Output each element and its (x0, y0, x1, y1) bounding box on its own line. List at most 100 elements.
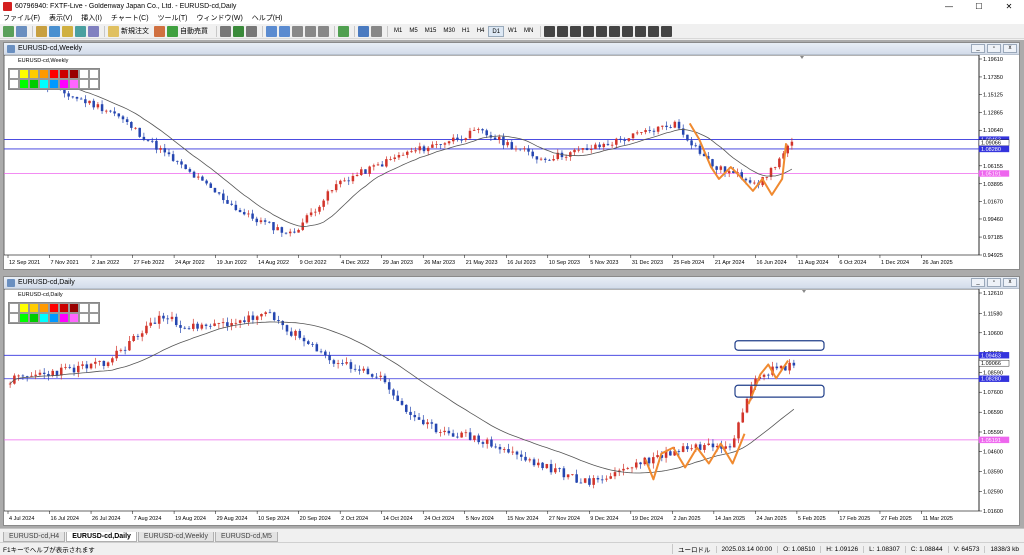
palette-color-swatch[interactable] (19, 303, 29, 313)
palette-color-swatch[interactable] (79, 69, 89, 79)
palette-color-swatch[interactable] (79, 303, 89, 313)
cursor-icon[interactable] (544, 25, 556, 37)
chart-window-daily[interactable]: EURUSD-cd,Daily _ ▫ x 1.12610 1.11580 1.10… (3, 276, 1020, 526)
menu-insert[interactable]: 挿入(I) (81, 13, 102, 23)
trendline-icon[interactable] (596, 25, 608, 37)
chart-window-titlebar[interactable]: EURUSD-cd,Weekly _ ▫ x (4, 43, 1019, 55)
indicators-icon[interactable] (338, 25, 349, 37)
menu-help[interactable]: ヘルプ(H) (252, 13, 283, 23)
close-button[interactable]: ✕ (994, 0, 1024, 12)
daily-price-chart[interactable]: 1.126101.115801.106001.095901.085901.076… (4, 289, 1019, 525)
palette-color-swatch[interactable] (89, 303, 99, 313)
zoom-out-icon[interactable] (279, 25, 290, 37)
data-window-icon[interactable] (49, 25, 60, 37)
chart-shift-icon[interactable] (318, 25, 329, 37)
palette-color-swatch[interactable] (69, 69, 79, 79)
tile-windows-icon[interactable] (292, 25, 303, 37)
tab-eurusd-m5[interactable]: EURUSD-cd,M5 (214, 532, 278, 542)
palette-color-swatch[interactable] (79, 79, 89, 89)
palette-color-swatch[interactable] (19, 313, 29, 323)
timeframe-m1[interactable]: M1 (391, 26, 405, 37)
editor-icon[interactable] (154, 25, 165, 37)
drawing-palette[interactable] (8, 68, 100, 90)
palette-color-swatch[interactable] (59, 79, 69, 89)
palette-color-swatch[interactable] (69, 313, 79, 323)
palette-color-swatch[interactable] (59, 69, 69, 79)
weekly-price-chart[interactable]: 1.196101.173501.151251.128651.106401.083… (4, 55, 1019, 269)
palette-color-swatch[interactable] (89, 69, 99, 79)
palette-color-swatch[interactable] (9, 69, 19, 79)
fibonacci-icon[interactable] (622, 25, 634, 37)
new-order-button[interactable]: 新規注文 (108, 25, 149, 37)
terminal-icon[interactable] (75, 25, 86, 37)
chart-minimize-button[interactable]: _ (971, 44, 985, 53)
palette-color-swatch[interactable] (69, 303, 79, 313)
timeframe-m30[interactable]: M30 (440, 26, 458, 37)
palette-color-swatch[interactable] (79, 313, 89, 323)
timeframe-d1[interactable]: D1 (488, 25, 505, 37)
tester-icon[interactable] (88, 25, 99, 37)
timeframe-m5[interactable]: M5 (406, 26, 420, 37)
palette-color-swatch[interactable] (89, 313, 99, 323)
palette-color-swatch[interactable] (69, 79, 79, 89)
label-tool-icon[interactable] (648, 25, 660, 37)
menu-window[interactable]: ウィンドウ(W) (197, 13, 243, 23)
auto-trade-button[interactable]: 自動売買 (167, 25, 208, 37)
palette-color-swatch[interactable] (39, 303, 49, 313)
profiles-icon[interactable] (16, 25, 27, 37)
chart-window-weekly[interactable]: EURUSD-cd,Weekly _ ▫ x 1.19610 1.17350 1.1… (3, 42, 1020, 270)
palette-color-swatch[interactable] (9, 313, 19, 323)
new-chart-icon[interactable] (3, 25, 14, 37)
palette-color-swatch[interactable] (39, 79, 49, 89)
palette-color-swatch[interactable] (29, 303, 39, 313)
tab-eurusd-weekly[interactable]: EURUSD-cd,Weekly (137, 532, 214, 542)
palette-color-swatch[interactable] (49, 79, 59, 89)
vertical-line-icon[interactable] (570, 25, 582, 37)
arrows-icon[interactable] (661, 25, 673, 37)
tab-eurusd-h4[interactable]: EURUSD-cd,H4 (3, 532, 66, 542)
palette-color-swatch[interactable] (89, 79, 99, 89)
candlestick-icon[interactable] (233, 25, 244, 37)
palette-color-swatch[interactable] (49, 313, 59, 323)
drawing-palette[interactable] (8, 302, 100, 324)
chart-restore-button[interactable]: ▫ (987, 44, 1001, 53)
channel-icon[interactable] (609, 25, 621, 37)
palette-color-swatch[interactable] (39, 313, 49, 323)
chart-window-titlebar[interactable]: EURUSD-cd,Daily _ ▫ x (4, 277, 1019, 289)
palette-color-swatch[interactable] (49, 303, 59, 313)
navigator-icon[interactable] (62, 25, 73, 37)
tab-eurusd-daily[interactable]: EURUSD-cd,Daily (66, 532, 137, 542)
bar-chart-icon[interactable] (220, 25, 231, 37)
chart-minimize-button[interactable]: _ (971, 278, 985, 287)
palette-color-swatch[interactable] (19, 79, 29, 89)
palette-color-swatch[interactable] (9, 303, 19, 313)
market-watch-icon[interactable] (36, 25, 47, 37)
menu-tools[interactable]: ツール(T) (158, 13, 188, 23)
menu-view[interactable]: 表示(V) (49, 13, 72, 23)
zoom-in-icon[interactable] (266, 25, 277, 37)
line-chart-icon[interactable] (246, 25, 257, 37)
horizontal-line-icon[interactable] (583, 25, 595, 37)
menu-file[interactable]: ファイル(F) (3, 13, 40, 23)
chart-restore-button[interactable]: ▫ (987, 278, 1001, 287)
chart-close-button[interactable]: x (1003, 278, 1017, 287)
maximize-button[interactable]: ☐ (964, 0, 994, 12)
menu-chart[interactable]: チャート(C) (111, 13, 149, 23)
status-profile[interactable]: ユーロドル (672, 544, 716, 554)
palette-color-swatch[interactable] (19, 69, 29, 79)
timeframe-h1[interactable]: H1 (459, 26, 473, 37)
palette-color-swatch[interactable] (9, 79, 19, 89)
timeframe-m15[interactable]: M15 (422, 26, 440, 37)
palette-color-swatch[interactable] (29, 79, 39, 89)
templates-icon[interactable] (371, 25, 382, 37)
palette-color-swatch[interactable] (29, 313, 39, 323)
text-tool-icon[interactable] (635, 25, 647, 37)
crosshair-icon[interactable] (557, 25, 569, 37)
minimize-button[interactable]: — (934, 0, 964, 12)
timeframe-mn[interactable]: MN (521, 26, 536, 37)
palette-color-swatch[interactable] (29, 69, 39, 79)
palette-color-swatch[interactable] (59, 303, 69, 313)
periods-icon[interactable] (358, 25, 369, 37)
timeframe-h4[interactable]: H4 (474, 26, 488, 37)
timeframe-w1[interactable]: W1 (505, 26, 520, 37)
